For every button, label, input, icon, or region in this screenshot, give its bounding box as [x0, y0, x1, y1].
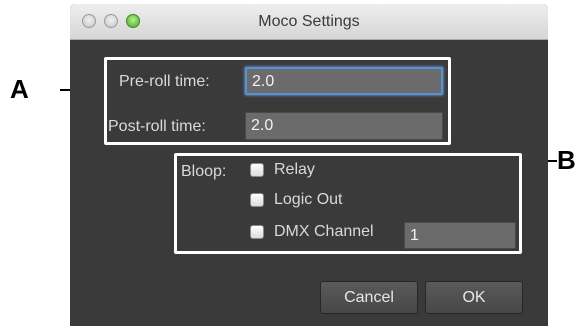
ok-button[interactable]: OK [425, 281, 523, 314]
title-bar[interactable]: Moco Settings [70, 4, 548, 40]
callout-b-box [174, 153, 522, 254]
window-title: Moco Settings [258, 13, 360, 30]
callout-b-label: B [557, 145, 576, 175]
callout-a-label: A [10, 74, 29, 104]
cancel-button[interactable]: Cancel [320, 281, 418, 314]
callout-a-box [104, 57, 451, 145]
